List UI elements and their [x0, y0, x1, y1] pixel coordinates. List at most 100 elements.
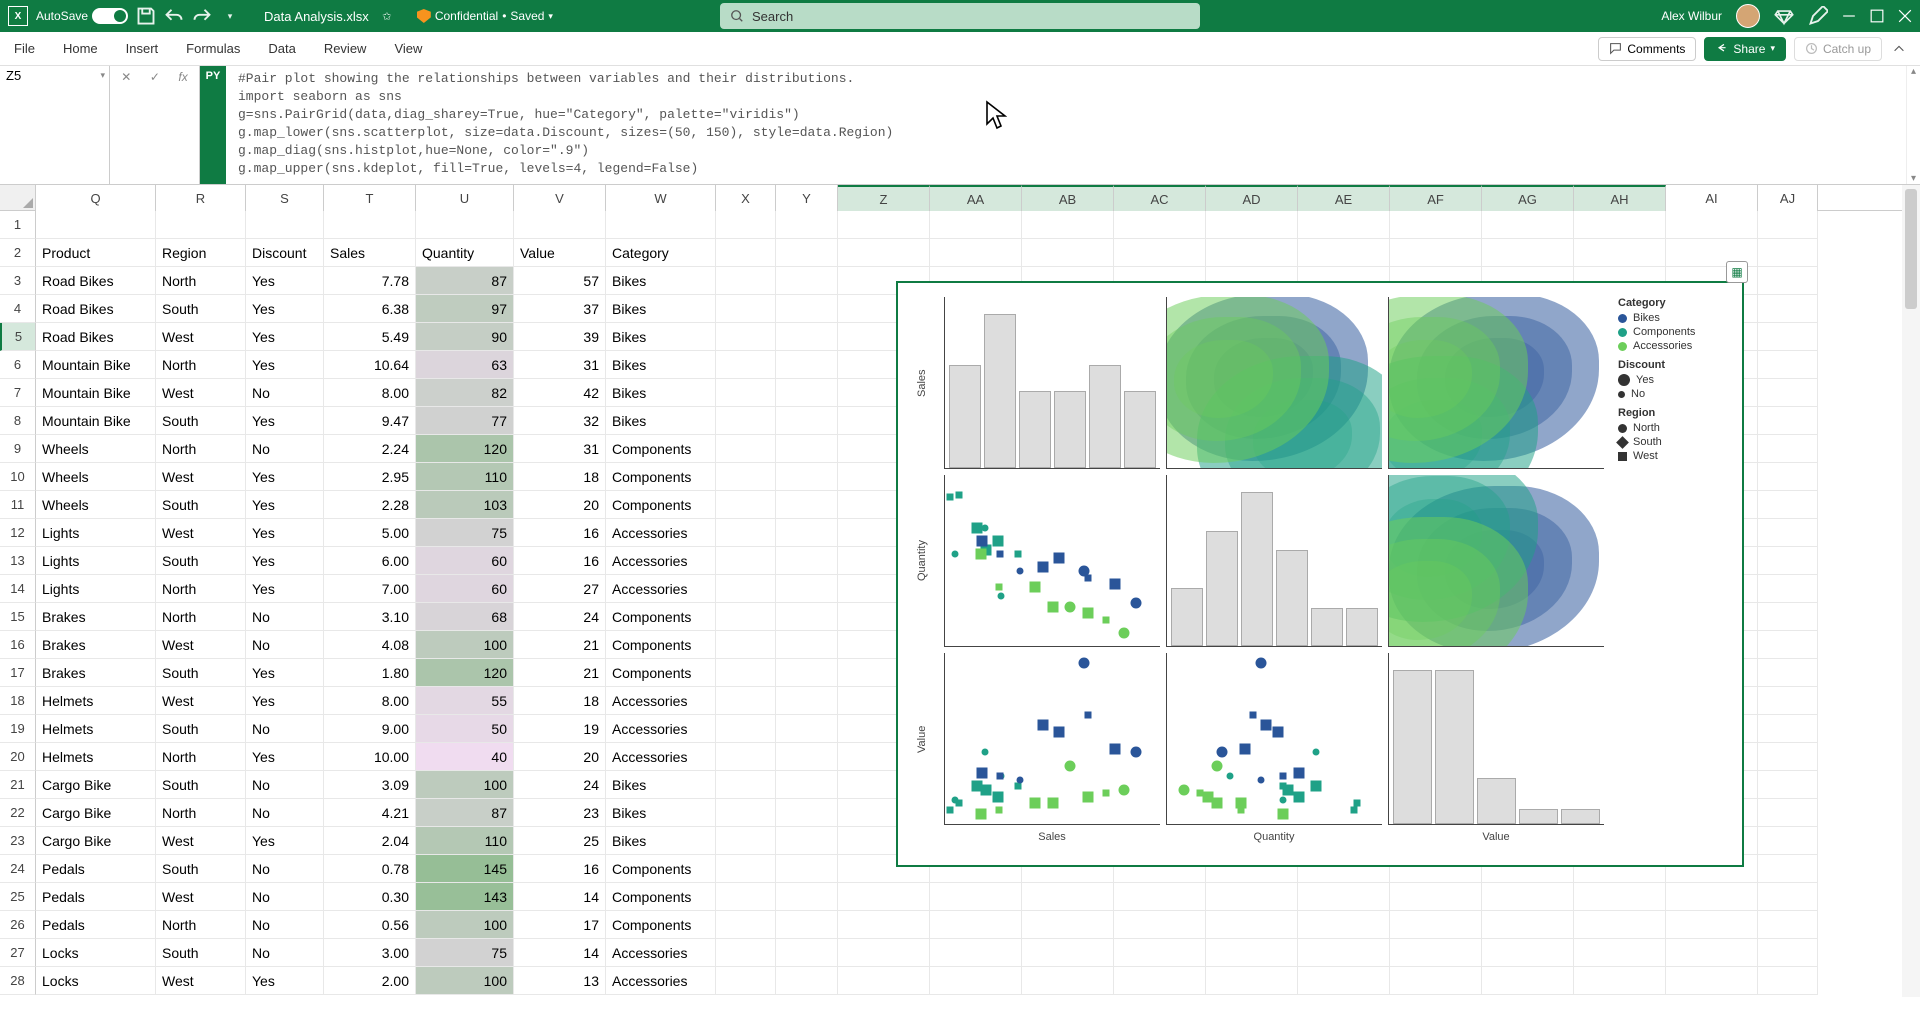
cell[interactable]: [776, 911, 838, 939]
row-header[interactable]: 7: [0, 379, 36, 407]
document-title[interactable]: Data Analysis.xlsx: [264, 9, 369, 24]
column-header-W[interactable]: W: [606, 185, 716, 211]
cell[interactable]: [1758, 659, 1818, 687]
cell[interactable]: 21: [514, 659, 606, 687]
cell[interactable]: [776, 323, 838, 351]
cell[interactable]: Road Bikes: [36, 323, 156, 351]
cell[interactable]: Yes: [246, 491, 324, 519]
cell[interactable]: [776, 351, 838, 379]
cell[interactable]: Yes: [246, 575, 324, 603]
cell[interactable]: No: [246, 603, 324, 631]
qat-dropdown-icon[interactable]: ▾: [220, 6, 240, 26]
cell[interactable]: [1114, 883, 1206, 911]
cell[interactable]: [1574, 911, 1666, 939]
cell[interactable]: 40: [416, 743, 514, 771]
cell[interactable]: West: [156, 827, 246, 855]
cell[interactable]: 24: [514, 603, 606, 631]
cell[interactable]: Pedals: [36, 883, 156, 911]
cell[interactable]: Discount: [246, 239, 324, 267]
cell[interactable]: Yes: [246, 659, 324, 687]
cell[interactable]: [1574, 211, 1666, 239]
cell[interactable]: [716, 855, 776, 883]
cell[interactable]: Locks: [36, 967, 156, 995]
cell[interactable]: 143: [416, 883, 514, 911]
column-header-V[interactable]: V: [514, 185, 606, 211]
row-header[interactable]: 5: [0, 323, 36, 351]
user-name[interactable]: Alex Wilbur: [1661, 9, 1722, 23]
cell[interactable]: 31: [514, 435, 606, 463]
tab-formulas[interactable]: Formulas: [184, 37, 242, 60]
cell[interactable]: [1390, 883, 1482, 911]
cell[interactable]: 16: [514, 519, 606, 547]
close-button[interactable]: [1898, 9, 1912, 23]
cell[interactable]: 100: [416, 967, 514, 995]
cell[interactable]: Pedals: [36, 855, 156, 883]
cell[interactable]: [838, 211, 930, 239]
cell[interactable]: [716, 547, 776, 575]
cell[interactable]: [716, 407, 776, 435]
cell[interactable]: [838, 883, 930, 911]
cell[interactable]: Region: [156, 239, 246, 267]
cell[interactable]: South: [156, 547, 246, 575]
cell[interactable]: [1758, 267, 1818, 295]
cell[interactable]: North: [156, 351, 246, 379]
cell[interactable]: [1298, 911, 1390, 939]
cell[interactable]: [838, 939, 930, 967]
cell[interactable]: 60: [416, 547, 514, 575]
cell[interactable]: 20: [514, 491, 606, 519]
cell[interactable]: 5.00: [324, 519, 416, 547]
cell[interactable]: 14: [514, 939, 606, 967]
cell[interactable]: [1298, 239, 1390, 267]
cell[interactable]: Yes: [246, 519, 324, 547]
cell[interactable]: Road Bikes: [36, 295, 156, 323]
cell[interactable]: South: [156, 715, 246, 743]
cell[interactable]: [1482, 967, 1574, 995]
enter-icon[interactable]: ✓: [150, 70, 160, 84]
cell[interactable]: Components: [606, 855, 716, 883]
cell[interactable]: 2.04: [324, 827, 416, 855]
cell[interactable]: [1758, 743, 1818, 771]
cell[interactable]: [1758, 939, 1818, 967]
row-header[interactable]: 2: [0, 239, 36, 267]
cell[interactable]: [1482, 239, 1574, 267]
cell[interactable]: Mountain Bike: [36, 379, 156, 407]
cell[interactable]: [716, 799, 776, 827]
cell[interactable]: [716, 211, 776, 239]
row-header[interactable]: 26: [0, 911, 36, 939]
cell[interactable]: West: [156, 519, 246, 547]
cell[interactable]: [1758, 211, 1818, 239]
cell[interactable]: [1206, 211, 1298, 239]
row-header[interactable]: 18: [0, 687, 36, 715]
cell[interactable]: Yes: [246, 407, 324, 435]
cell[interactable]: Components: [606, 435, 716, 463]
row-header[interactable]: 10: [0, 463, 36, 491]
cell[interactable]: 82: [416, 379, 514, 407]
cell[interactable]: [716, 519, 776, 547]
cell[interactable]: Sales: [324, 239, 416, 267]
cell[interactable]: Yes: [246, 547, 324, 575]
cell[interactable]: Accessories: [606, 743, 716, 771]
cell[interactable]: 23: [514, 799, 606, 827]
cell[interactable]: [416, 211, 514, 239]
cell[interactable]: Road Bikes: [36, 267, 156, 295]
cell[interactable]: [776, 715, 838, 743]
cell[interactable]: 60: [416, 575, 514, 603]
cell[interactable]: West: [156, 323, 246, 351]
cell[interactable]: [930, 939, 1022, 967]
cell[interactable]: 6.00: [324, 547, 416, 575]
cell[interactable]: 20: [514, 743, 606, 771]
cell[interactable]: [1758, 435, 1818, 463]
column-header-Q[interactable]: Q: [36, 185, 156, 211]
cell[interactable]: [776, 967, 838, 995]
cell[interactable]: [1758, 883, 1818, 911]
column-header-AE[interactable]: AE: [1298, 185, 1390, 211]
cell[interactable]: South: [156, 295, 246, 323]
cell[interactable]: [1114, 967, 1206, 995]
cell[interactable]: 18: [514, 463, 606, 491]
cell[interactable]: South: [156, 939, 246, 967]
row-header[interactable]: 21: [0, 771, 36, 799]
row-header[interactable]: 3: [0, 267, 36, 295]
cell[interactable]: [776, 659, 838, 687]
row-header[interactable]: 9: [0, 435, 36, 463]
cell[interactable]: [716, 603, 776, 631]
